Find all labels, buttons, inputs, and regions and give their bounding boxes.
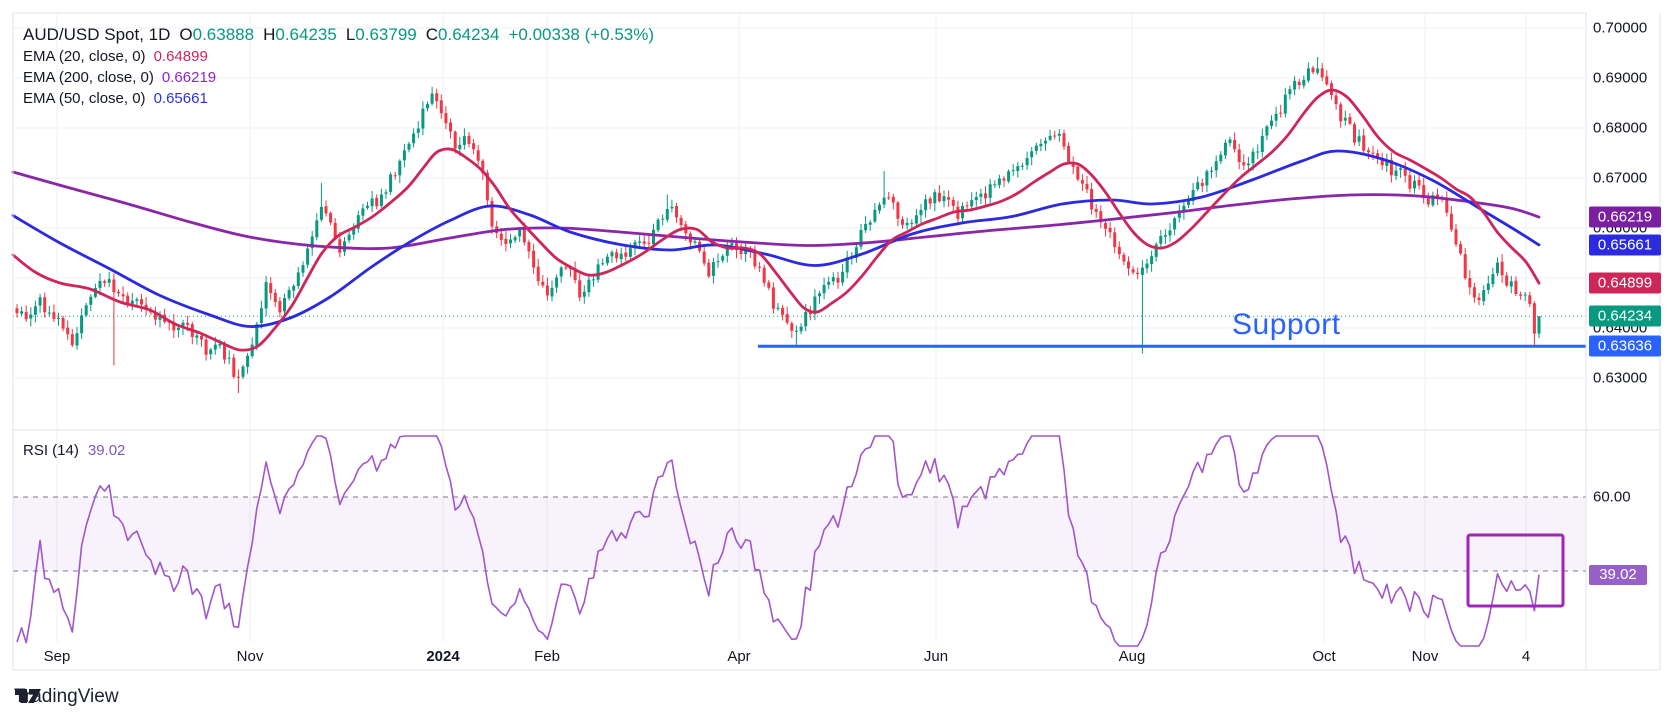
- rsi-legend[interactable]: RSI (14) 39.02: [23, 443, 125, 459]
- time-axis-label: Apr: [727, 648, 751, 665]
- support-annotation-text[interactable]: Support: [1232, 309, 1341, 341]
- time-axis-label: Aug: [1118, 648, 1146, 665]
- indicator-row-ema50[interactable]: EMA (50, close, 0) 0.65661: [23, 91, 654, 107]
- indicator-row-ema20[interactable]: EMA (20, close, 0) 0.64899: [23, 49, 654, 65]
- time-axis-label: Sep: [43, 648, 71, 665]
- time-axis-label: Nov: [236, 648, 264, 665]
- price-tick-label: 0.69000: [1593, 69, 1648, 87]
- chart-canvas[interactable]: [0, 0, 1675, 718]
- rsi-level-label: 60.00: [1593, 488, 1631, 506]
- time-axis-label: 2024: [426, 648, 460, 665]
- ema50-line: [11, 149, 1541, 328]
- price-tick-label: 0.70000: [1593, 19, 1648, 37]
- price-tick-label: 0.68000: [1593, 119, 1648, 137]
- open-value: O 0.63888: [179, 25, 255, 44]
- time-axis-label: Feb: [534, 648, 560, 665]
- time-axis-label: Jun: [923, 648, 949, 665]
- tradingview-logo-icon: [15, 689, 41, 703]
- price-axis-badge: 0.64234: [1589, 305, 1661, 327]
- price-axis-badge: 0.63636: [1589, 335, 1661, 357]
- price-axis-badge: 0.64899: [1589, 272, 1661, 294]
- rsi-value: 39.02: [87, 442, 126, 459]
- change-value: +0.00338 (+0.53%): [508, 25, 655, 44]
- ema50-value: 0.65661: [153, 90, 208, 107]
- close-value: C 0.64234: [425, 25, 500, 44]
- rsi-axis-badge: 39.02: [1589, 565, 1647, 585]
- price-tick-label: 0.63000: [1593, 369, 1648, 387]
- rsi-label: RSI (14): [23, 442, 79, 459]
- ema20-value: 0.64899: [153, 48, 208, 65]
- price-axis-badge: 0.65661: [1589, 234, 1661, 256]
- ema200-line: [11, 170, 1541, 251]
- tradingview-chart-window: AUD/USD Spot, 1D O 0.63888 H 0.64235 L 0.63…: [0, 0, 1675, 718]
- time-axis-label: Nov: [1411, 648, 1439, 665]
- time-axis-label: Oct: [1312, 648, 1336, 665]
- symbol-legend[interactable]: AUD/USD Spot, 1D O 0.63888 H 0.64235 L 0.63…: [23, 26, 654, 107]
- tradingview-logo[interactable]: TradingView: [14, 686, 119, 708]
- low-value: L 0.63799: [345, 25, 417, 44]
- time-axis-label: 4: [1521, 648, 1531, 665]
- high-value: H 0.64235: [263, 25, 337, 44]
- ema200-value: 0.66219: [161, 69, 217, 86]
- indicator-row-ema200[interactable]: EMA (200, close, 0) 0.66219: [23, 70, 654, 86]
- symbol-title: AUD/USD Spot, 1D: [23, 25, 171, 44]
- symbol-ohlc-row[interactable]: AUD/USD Spot, 1D O 0.63888 H 0.64235 L 0.63…: [23, 26, 654, 44]
- price-tick-label: 0.67000: [1593, 169, 1648, 187]
- price-axis-badge: 0.66219: [1589, 206, 1661, 228]
